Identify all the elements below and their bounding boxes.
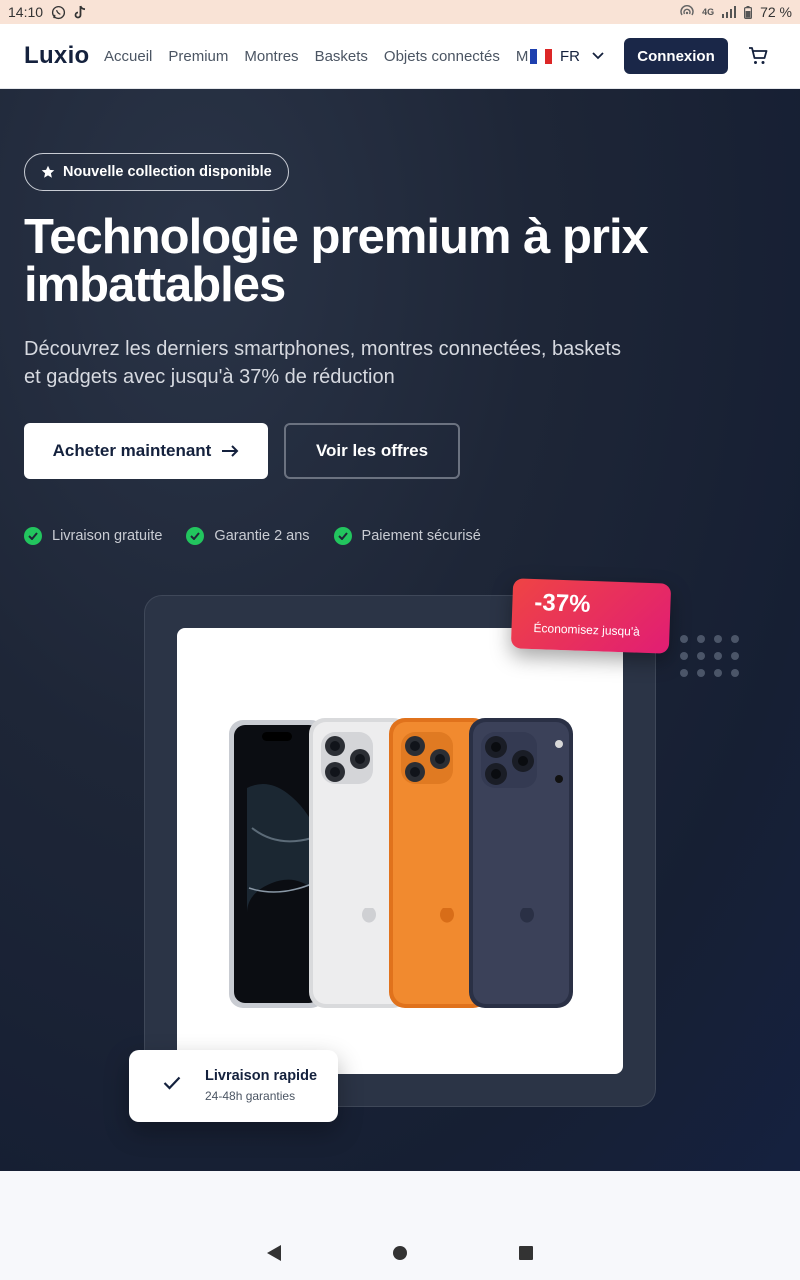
hero-subtitle: Découvrez les derniers smartphones, mont… — [24, 338, 621, 388]
status-time: 14:10 — [8, 4, 44, 20]
new-collection-badge: Nouvelle collection disponible — [24, 153, 289, 191]
status-bar: 14:10 4G 72 % — [0, 0, 800, 24]
nav-link-objets-connectes[interactable]: Objets connectés — [384, 48, 500, 65]
feature-item: Paiement sécurisé — [333, 527, 481, 545]
feature-label: Garantie 2 ans — [214, 528, 310, 544]
nav-link-premium[interactable]: Premium — [168, 48, 228, 65]
check-circle-icon — [333, 527, 352, 545]
system-navigation-bar — [0, 1230, 800, 1280]
login-button[interactable]: Connexion — [624, 38, 728, 74]
check-circle-icon — [186, 527, 205, 545]
badge-label: Nouvelle collection disponible — [63, 164, 272, 180]
recents-icon[interactable] — [518, 1245, 534, 1266]
feature-list: Livraison gratuite Garantie 2 ans Paieme… — [24, 527, 481, 545]
hero-section: Nouvelle collection disponible Technolog… — [0, 89, 800, 1171]
arrow-right-icon — [221, 445, 239, 457]
network-type: 4G — [702, 6, 715, 17]
france-flag-icon — [530, 48, 552, 64]
whatsapp-icon — [51, 5, 66, 20]
discount-label: Économisez jusqu'à — [533, 621, 641, 639]
back-icon[interactable] — [266, 1244, 282, 1267]
nav-link-montres[interactable]: Montres — [244, 48, 298, 65]
nav-link-baskets[interactable]: Baskets — [315, 48, 368, 65]
nav-link-accueil[interactable]: Accueil — [104, 48, 152, 65]
view-offers-button[interactable]: Voir les offres — [284, 423, 460, 479]
buy-now-button[interactable]: Acheter maintenant — [24, 423, 268, 479]
battery-icon — [744, 5, 753, 19]
battery-level: 72 % — [760, 4, 792, 20]
smartphones-image — [229, 718, 573, 1008]
site-header: Luxio Accueil Premium Montres Baskets Ob… — [0, 24, 800, 89]
feature-item: Garantie 2 ans — [186, 527, 310, 545]
check-icon — [163, 1076, 181, 1095]
star-icon — [41, 165, 55, 179]
language-code: FR — [560, 47, 580, 65]
feature-label: Paiement sécurisé — [361, 528, 481, 544]
feature-item: Livraison gratuite — [24, 527, 162, 545]
product-image-card[interactable] — [177, 628, 623, 1074]
main-nav: Accueil Premium Montres Baskets Objets c… — [104, 48, 570, 65]
discount-value: -37% — [533, 589, 591, 618]
cart-icon[interactable] — [748, 46, 768, 71]
feature-label: Livraison gratuite — [52, 528, 163, 544]
language-selector[interactable]: FR — [528, 47, 606, 65]
check-circle-icon — [24, 527, 42, 545]
home-icon[interactable] — [392, 1245, 408, 1266]
fast-delivery-card: Livraison rapide 24-48h garanties — [129, 1050, 338, 1122]
signal-icon — [722, 6, 737, 18]
delivery-title: Livraison rapide — [205, 1068, 318, 1084]
logo[interactable]: Luxio — [24, 42, 90, 70]
delivery-subtitle: 24-48h garanties — [205, 1089, 296, 1103]
hero-title: Technologie premium à prix imbattables — [24, 210, 649, 312]
tiktok-icon — [74, 5, 87, 20]
decorative-dots — [680, 635, 739, 677]
chevron-down-icon — [592, 52, 604, 60]
discount-badge: -37% Économisez jusqu'à — [510, 578, 672, 654]
hotspot-icon — [680, 5, 694, 19]
buy-now-label: Acheter maintenant — [52, 441, 212, 460]
